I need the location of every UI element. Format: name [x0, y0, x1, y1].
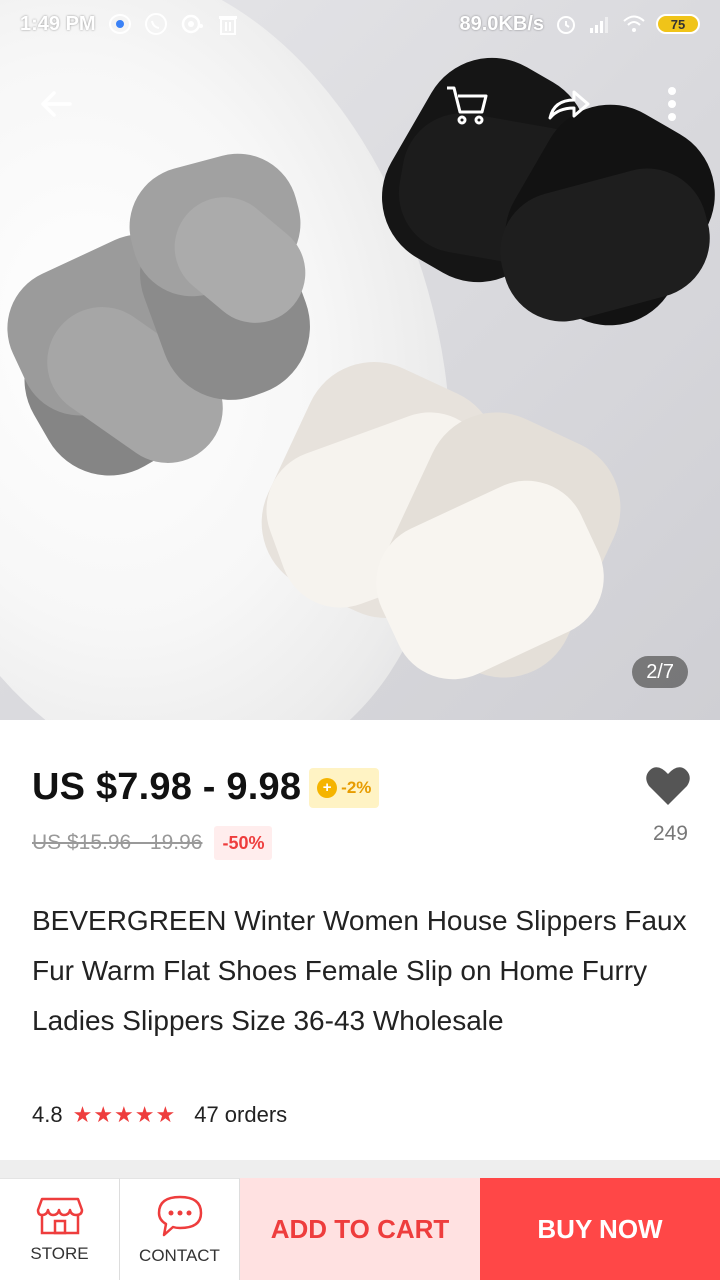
- add-to-cart-button[interactable]: ADD TO CART: [240, 1178, 480, 1280]
- rating-stars-icon: ★★★★★: [72, 1102, 177, 1127]
- share-button[interactable]: [540, 76, 596, 132]
- rating-value: 4.8: [32, 1102, 63, 1127]
- messenger-icon: [108, 14, 131, 34]
- store-button[interactable]: STORE: [0, 1178, 120, 1280]
- coin-icon: +: [317, 777, 338, 798]
- store-icon: [36, 1197, 83, 1234]
- cart-button[interactable]: [438, 76, 494, 132]
- discount-badge: -50%: [214, 826, 273, 860]
- trash-icon: [218, 16, 237, 35]
- heart-icon: [646, 767, 690, 805]
- orders-count: 47 orders: [194, 1102, 288, 1127]
- cart-icon: [447, 86, 488, 125]
- battery-indicator: 75: [656, 14, 700, 34]
- store-label: STORE: [30, 1243, 89, 1263]
- contact-button[interactable]: CONTACT: [120, 1178, 240, 1280]
- wifi-icon: [623, 15, 645, 32]
- original-price: US $15.96 - 19.96: [32, 831, 203, 854]
- arrow-left-icon: [41, 91, 72, 117]
- original-price-row: US $15.96 - 19.96 -50%: [32, 826, 273, 860]
- rating-row[interactable]: 4.8 ★★★★★ 47 orders: [32, 1102, 287, 1128]
- buy-now-button[interactable]: BUY NOW: [480, 1178, 720, 1280]
- network-speed: 89.0KB/s: [459, 12, 545, 35]
- status-bar: 1:49 PM 89.0KB/s 75: [0, 0, 720, 48]
- signal-icon: [590, 17, 608, 33]
- coin-discount-text: -2%: [341, 777, 372, 797]
- notification-icon: [181, 14, 203, 34]
- more-options-button[interactable]: [644, 76, 700, 132]
- more-vertical-icon: [668, 87, 676, 121]
- chat-bubble-icon: [157, 1195, 202, 1236]
- whatsapp-icon: [144, 13, 167, 35]
- status-time: 1:49 PM: [20, 12, 96, 35]
- product-title: BEVERGREEN Winter Women House Slippers F…: [32, 905, 687, 1036]
- section-divider: [0, 1160, 720, 1178]
- gallery-page-indicator: 2/7: [632, 656, 688, 688]
- back-button[interactable]: [28, 76, 84, 132]
- bottom-action-bar: STORE CONTACT ADD TO CART BUY NOW: [0, 1178, 720, 1280]
- alarm-icon: [557, 16, 575, 34]
- share-icon: [548, 90, 590, 120]
- wishlist-count: 249: [652, 822, 688, 845]
- contact-label: CONTACT: [139, 1245, 220, 1265]
- wishlist-button[interactable]: [644, 762, 692, 810]
- product-image-gallery[interactable]: 1:49 PM 89.0KB/s 75 2/7: [0, 0, 720, 720]
- image-top-nav: [0, 76, 720, 132]
- current-price: US $7.98 - 9.98: [32, 766, 302, 808]
- coin-discount-badge[interactable]: + -2%: [309, 767, 380, 808]
- price-row: US $7.98 - 9.98 + -2%: [32, 766, 380, 809]
